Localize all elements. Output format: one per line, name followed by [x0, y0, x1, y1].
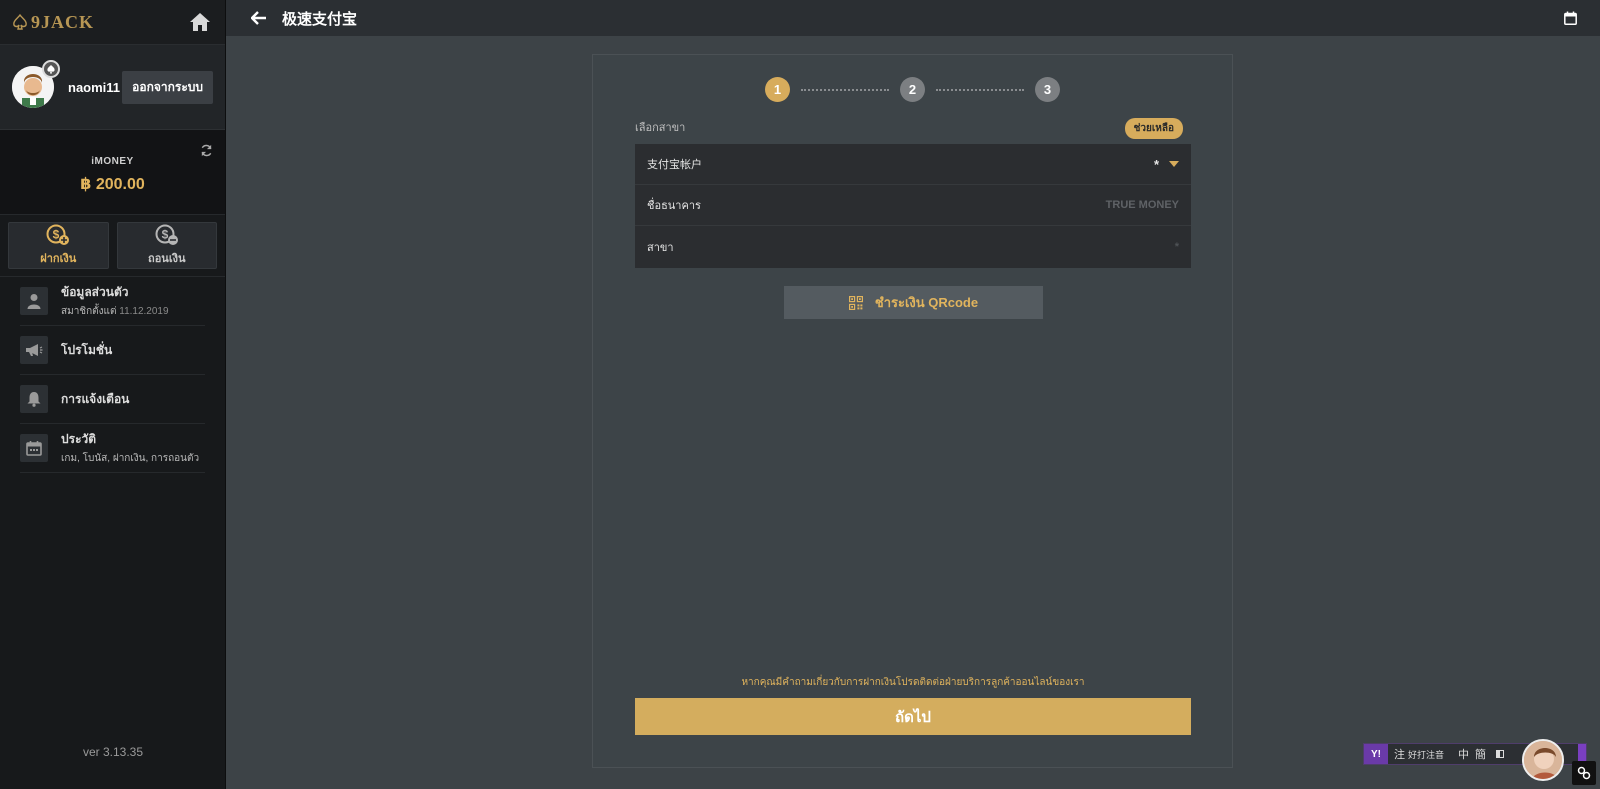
required-mark: *	[1153, 156, 1159, 172]
member-since-label: สมาชิกตั้งแต่	[61, 306, 117, 317]
sidebar-item-history[interactable]: ประวัติ เกม, โบนัส, ฝากเงิน, การถอนตัว	[20, 424, 205, 473]
account-value: *	[1154, 157, 1179, 172]
floating-chat-avatar[interactable]	[1522, 739, 1564, 781]
ime-name: 好打注音	[1408, 749, 1445, 760]
member-since: สมาชิกตั้งแต่ 11.12.2019	[61, 304, 169, 319]
deposit-label: ฝากเงิน	[40, 253, 77, 265]
qr-payment-button[interactable]: ชำระเงิน QRcode	[784, 286, 1043, 319]
svg-text:$: $	[53, 228, 60, 242]
qrcode-icon	[848, 295, 863, 310]
step-2: 2	[900, 77, 925, 102]
avatar[interactable]	[12, 60, 60, 108]
logout-button[interactable]: ออกจากระบบ	[122, 70, 213, 104]
ime-logo[interactable]: Y!	[1364, 744, 1388, 764]
deposit-button[interactable]: $ ฝากเงิน	[8, 222, 109, 269]
link-icon[interactable]	[1572, 761, 1596, 785]
ime-mode[interactable]: 注	[1394, 746, 1405, 762]
spade-icon	[13, 14, 27, 30]
bank-name-value: TRUE MONEY	[1105, 199, 1179, 211]
sidebar-item-label: การแจ้งเตือน	[61, 391, 130, 406]
wallet-balance: ฿ 200.00	[80, 176, 145, 193]
svg-text:$: $	[161, 228, 168, 242]
calendar-button[interactable]	[1560, 8, 1580, 28]
sidebar: 9JACK naomi11 ออกจากระบบ iMONEY ฿ 200.00…	[0, 0, 226, 789]
sidebar-item-label: ข้อมูลส่วนตัว	[61, 285, 129, 299]
sidebar-menu: ข้อมูลส่วนตัว สมาชิกตั้งแต่ 11.12.2019 โ…	[0, 277, 225, 473]
calendar-icon	[20, 434, 48, 462]
username: naomi11	[68, 79, 121, 95]
caret-down-icon	[1169, 161, 1179, 167]
step-1: 1	[765, 77, 790, 102]
section-label: เลือกสาขา	[635, 122, 686, 134]
wallet-label: iMONEY	[91, 156, 134, 167]
withdraw-button[interactable]: $ ถอนเงิน	[116, 222, 217, 269]
home-button[interactable]	[187, 9, 213, 35]
member-since-date: 11.12.2019	[119, 306, 169, 317]
top-bar: 极速支付宝	[226, 0, 1600, 36]
ime-language[interactable]: 中	[1458, 746, 1469, 762]
arrow-left-icon	[251, 11, 266, 25]
branch-label: สาขา	[647, 241, 674, 254]
bell-icon	[20, 385, 48, 413]
brand-logo-text: 9JACK	[31, 11, 94, 32]
next-button[interactable]: ถัดไป	[635, 698, 1191, 735]
sidebar-item-label: โปรโมชั่น	[61, 342, 113, 357]
account-select[interactable]: 支付宝帐户 *	[635, 144, 1191, 185]
brand-bar: 9JACK	[0, 0, 225, 45]
step-3: 3	[1035, 77, 1060, 102]
page-title: 极速支付宝	[282, 10, 358, 28]
step-connector	[936, 88, 1024, 91]
branch-required-mark: *	[1174, 240, 1179, 253]
brand-logo[interactable]: 9JACK	[12, 12, 94, 33]
sidebar-item-profile[interactable]: ข้อมูลส่วนตัว สมาชิกตั้งแต่ 11.12.2019	[20, 277, 205, 326]
wallet-panel: iMONEY ฿ 200.00	[0, 130, 225, 215]
coin-plus-icon: $	[46, 224, 70, 245]
deposit-form: 支付宝帐户 * ชื่อธนาคาร TRUE MONEY สาขา *	[635, 144, 1191, 268]
help-button[interactable]: ช่วยเหลือ	[1124, 118, 1183, 139]
coin-minus-icon: $	[155, 224, 178, 245]
ime-script[interactable]: 簡	[1475, 746, 1486, 762]
user-profile: naomi11 ออกจากระบบ	[0, 45, 225, 130]
account-label: 支付宝帐户	[647, 159, 702, 171]
sidebar-item-label: ประวัติ	[61, 432, 97, 446]
history-subtitle: เกม, โบนัส, ฝากเงิน, การถอนตัว	[61, 453, 200, 464]
qr-payment-label: ชำระเงิน QRcode	[874, 295, 979, 310]
support-notice: หากคุณมีคำถามเกี่ยวกับการฝากเงินโปรดติดต…	[741, 677, 1085, 688]
step-connector	[801, 88, 889, 91]
home-icon	[190, 13, 210, 31]
bank-name-field[interactable]: ชื่อธนาคาร TRUE MONEY	[635, 185, 1191, 226]
stepper: 1 2 3	[593, 77, 1232, 102]
branch-value: *	[1175, 241, 1179, 253]
vip-badge	[42, 60, 60, 78]
refresh-icon[interactable]	[200, 144, 213, 162]
user-icon	[20, 287, 48, 315]
spade-icon	[47, 65, 55, 74]
branch-field[interactable]: สาขา *	[635, 226, 1191, 267]
withdraw-label: ถอนเงิน	[148, 253, 186, 265]
ime-toggle-icon[interactable]	[1496, 750, 1505, 758]
back-button[interactable]	[246, 5, 272, 31]
megaphone-icon	[20, 336, 48, 364]
wallet-actions: $ ฝากเงิน $ ถอนเงิน	[0, 215, 225, 277]
sidebar-item-notifications[interactable]: การแจ้งเตือน	[20, 375, 205, 424]
bank-name-label: ชื่อธนาคาร	[647, 200, 701, 212]
sidebar-item-promotions[interactable]: โปรโมชั่น	[20, 326, 205, 375]
calendar-icon	[1563, 11, 1577, 25]
deposit-card: 1 2 3 เลือกสาขา ช่วยเหลือ 支付宝帐户 * ชื่อธน…	[592, 54, 1233, 768]
app-version: ver 3.13.35	[82, 745, 144, 759]
